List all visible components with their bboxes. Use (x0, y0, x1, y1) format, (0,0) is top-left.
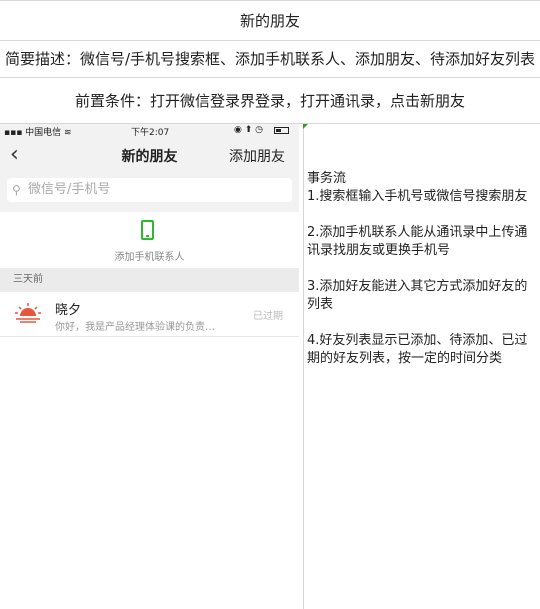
friend-name: 晓夕 (55, 303, 82, 318)
doc-title: 新的朋友 (239, 12, 300, 30)
section-header: 三天前 (0, 268, 299, 292)
precondition-text: 前置条件：打开微信登录界登录，打开通讯录，点击新朋友 (74, 92, 465, 110)
nav-bar: ‹ 新的朋友 添加朋友 (0, 138, 299, 174)
phone-screenshot: ▪▪▪ 中国电信 ≋ 下午2:07 ◉ ⬆ ◷ ‹ 新的朋友 添加朋友 ⚲ 微信… (0, 124, 303, 609)
search-icon: ⚲ (12, 183, 21, 197)
flow-step: 4.好友列表显示已添加、待添加、已过期的好友列表，按一定的时间分类 (307, 333, 528, 366)
add-contacts-button[interactable]: 添加手机联系人 (0, 212, 299, 268)
friend-list-item[interactable]: 晓夕 你好，我是产品经理体验课的负责… 已过期 (0, 292, 299, 337)
flow-step: 2.添加手机联系人能从通讯录中上传通讯录找朋友或更换手机号 (307, 225, 528, 258)
add-friend-button[interactable]: 添加朋友 (229, 146, 285, 166)
column-divider (303, 124, 304, 609)
status-bar: ▪▪▪ 中国电信 ≋ 下午2:07 ◉ ⬆ ◷ (0, 124, 299, 138)
sunset-avatar-icon (15, 303, 41, 323)
friend-status: 已过期 (253, 311, 283, 322)
add-contacts-label: 添加手机联系人 (114, 252, 185, 263)
flow-step: 1.搜索框输入手机号或微信号搜索朋友 (307, 189, 528, 204)
summary-row: 简要描述：微信号/手机号搜索框、添加手机联系人、添加朋友、待添加好友列表 (0, 41, 540, 78)
mobile-phone-icon (141, 220, 154, 240)
status-icons: ◉ ⬆ ◷ (234, 125, 263, 135)
status-time: 下午2:07 (131, 128, 170, 138)
search-area: ⚲ 微信号/手机号 (0, 174, 299, 212)
friend-message: 你好，我是产品经理体验课的负责… (55, 322, 215, 333)
flow-step: 3.添加好友能进入其它方式添加好友的列表 (307, 279, 528, 312)
transaction-flow: 事务流 1.搜索框输入手机号或微信号搜索朋友 2.添加手机联系人能从通讯录中上传… (307, 170, 535, 386)
search-placeholder: 微信号/手机号 (28, 182, 111, 197)
flow-title: 事务流 (307, 171, 347, 186)
precondition-row: 前置条件：打开微信登录界登录，打开通讯录，点击新朋友 (0, 78, 540, 124)
cell-marker (303, 124, 308, 129)
carrier-label: ▪▪▪ 中国电信 ≋ (4, 128, 72, 138)
doc-title-row: 新的朋友 (0, 0, 540, 41)
summary-text: 简要描述：微信号/手机号搜索框、添加手机联系人、添加朋友、待添加好友列表 (4, 50, 536, 68)
battery-icon (274, 127, 289, 134)
section-label: 三天前 (13, 274, 43, 285)
search-input[interactable]: ⚲ 微信号/手机号 (7, 178, 292, 202)
